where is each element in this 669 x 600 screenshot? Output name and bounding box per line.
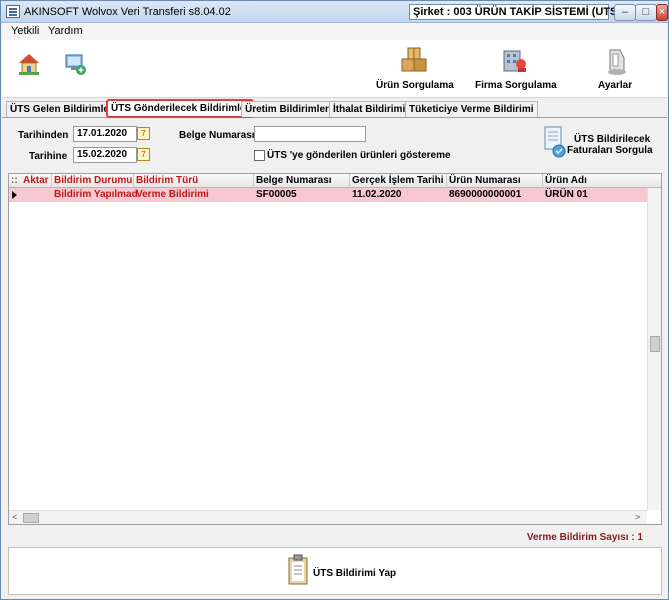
company-query-icon[interactable]: [500, 45, 530, 75]
notifications-grid: :: Aktar Bildirim Durumu Bildirim Türü B…: [8, 173, 662, 525]
product-query-label[interactable]: Ürün Sorgulama: [376, 80, 454, 91]
invoice-query-line1[interactable]: ÜTS Bildirilecek: [574, 134, 650, 145]
cell-gercek-islem-tarihi: 11.02.2020: [352, 189, 402, 200]
tarihine-input[interactable]: 15.02.2020: [73, 147, 137, 163]
show-sent-checkbox[interactable]: [254, 150, 265, 161]
cell-urun-numarasi: 8690000000001: [449, 189, 522, 200]
app-icon: [6, 5, 20, 18]
settings-icon[interactable]: [604, 46, 630, 76]
window-title: AKINSOFT Wolvox Veri Transferi s8.04.02: [24, 6, 231, 18]
col-urun-adi[interactable]: Ürün Adı: [545, 175, 587, 186]
company-query-label[interactable]: Firma Sorgulama: [475, 80, 557, 91]
minimize-button[interactable]: –: [614, 4, 636, 21]
cell-urun-adi: ÜRÜN 01: [545, 189, 588, 200]
tarihinden-input[interactable]: 17.01.2020: [73, 126, 137, 142]
col-aktar[interactable]: Aktar: [23, 175, 49, 186]
col-belge-numarasi[interactable]: Belge Numarası: [256, 175, 332, 186]
invoice-query-line2[interactable]: Faturaları Sorgula: [567, 145, 653, 156]
scroll-left-icon[interactable]: <: [12, 512, 17, 522]
belge-numarasi-input[interactable]: [254, 126, 366, 142]
tab-uretim[interactable]: Üretim Bildirimleri: [241, 101, 336, 117]
show-sent-label[interactable]: ÜTS 'ye gönderilen ürünleri göstereme: [267, 150, 451, 161]
product-query-icon[interactable]: [399, 45, 429, 75]
filter-panel: Tarihinden 17.01.2020 7 Tarihine 15.02.2…: [2, 119, 667, 171]
tarihine-label: Tarihine: [29, 151, 68, 162]
maximize-button[interactable]: □: [635, 4, 657, 21]
tab-ithalat[interactable]: İthalat Bildirimi: [329, 101, 410, 117]
toolbar: Ürün Sorgulama Firma Sorgulama Ayarlar: [2, 40, 667, 98]
tab-tuketici-verme[interactable]: Tüketiciye Verme Bildirimi: [405, 101, 538, 117]
vertical-scrollbar[interactable]: [647, 188, 661, 510]
menu-yardim[interactable]: Yardım: [48, 25, 83, 37]
belge-numarasi-label: Belge Numarası: [179, 130, 255, 141]
cell-bildirim-turu: Verme Bildirimi: [136, 189, 209, 200]
vertical-scroll-thumb[interactable]: [650, 336, 660, 352]
table-row[interactable]: Bildirim Yapılmad Verme Bildirimi SF0000…: [9, 188, 661, 202]
app-window: AKINSOFT Wolvox Veri Transferi s8.04.02 …: [0, 0, 669, 600]
invoice-query-icon[interactable]: [543, 125, 567, 161]
title-bar: AKINSOFT Wolvox Veri Transferi s8.04.02 …: [1, 1, 668, 23]
transfer-icon[interactable]: [64, 52, 88, 76]
scroll-right-icon[interactable]: >: [635, 512, 640, 522]
col-urun-numarasi[interactable]: Ürün Numarası: [449, 175, 521, 186]
horizontal-scrollbar[interactable]: < >: [9, 510, 647, 524]
row-indicator-icon: [12, 191, 17, 199]
col-gercek-islem-tarihi[interactable]: Gerçek İşlem Tarihi: [352, 175, 444, 186]
send-notification-button[interactable]: ÜTS Bildirimi Yap: [313, 568, 396, 579]
cell-belge-numarasi: SF00005: [256, 189, 297, 200]
col-bildirim-turu[interactable]: Bildirim Türü: [136, 175, 198, 186]
action-panel: ÜTS Bildirimi Yap: [8, 547, 662, 595]
clipboard-icon[interactable]: [287, 554, 309, 586]
close-button[interactable]: ×: [656, 4, 668, 21]
calendar-icon[interactable]: 7: [137, 148, 150, 161]
col-bildirim-durumu[interactable]: Bildirim Durumu: [54, 175, 132, 186]
tab-strip: ÜTS Gelen Bildirimler ÜTS Gönderilecek B…: [2, 99, 667, 118]
horizontal-scroll-thumb[interactable]: [23, 513, 39, 523]
calendar-icon[interactable]: 7: [137, 127, 150, 140]
grid-corner: ::: [11, 175, 18, 186]
settings-label[interactable]: Ayarlar: [598, 80, 632, 91]
grid-header: :: Aktar Bildirim Durumu Bildirim Türü B…: [9, 174, 661, 188]
menu-yetkili[interactable]: Yetkili: [11, 25, 39, 37]
tarihinden-label: Tarihinden: [18, 130, 69, 141]
tab-uts-gonderilecek[interactable]: ÜTS Gönderilecek Bildirimler: [106, 99, 255, 118]
cell-bildirim-durumu: Bildirim Yapılmad: [54, 189, 138, 200]
notification-count: Verme Bildirim Sayısı : 1: [526, 532, 643, 543]
home-icon[interactable]: [17, 52, 41, 76]
tab-uts-gelen[interactable]: ÜTS Gelen Bildirimler: [6, 101, 117, 117]
status-line: Verme Bildirim Sayısı : 1: [2, 527, 667, 547]
company-indicator: Şirket : 003 ÜRÜN TAKİP SİSTEMİ (UTS): [409, 4, 621, 20]
menu-bar: Yetkili Yardım: [2, 23, 667, 40]
